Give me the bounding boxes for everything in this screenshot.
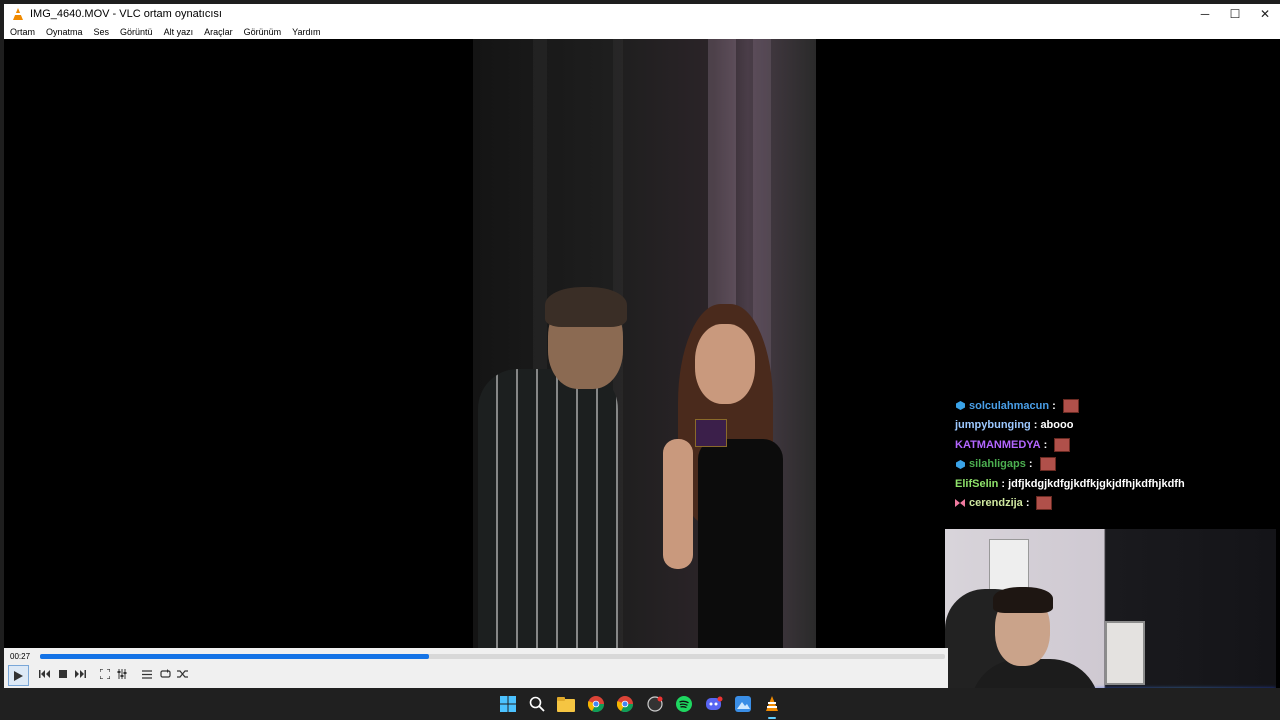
chrome-icon[interactable] xyxy=(586,694,606,714)
menu-bar: Ortam Oynatma Ses Görüntü Alt yazı Araçl… xyxy=(4,24,1280,40)
chat-overlay: solculahmacun : jumpybunging : abooo KAT… xyxy=(955,396,1275,513)
next-button[interactable] xyxy=(71,665,89,683)
person-jersey xyxy=(478,369,618,652)
stop-button[interactable] xyxy=(54,665,72,683)
loop-button[interactable] xyxy=(156,665,174,683)
extended-settings-button[interactable] xyxy=(113,665,131,683)
photos-icon[interactable] xyxy=(733,694,753,714)
window-title: IMG_4640.MOV - VLC ortam oynatıcısı xyxy=(30,8,222,20)
chat-message: jumpybunging : abooo xyxy=(955,419,1074,432)
emote-icon xyxy=(1036,496,1053,511)
player-controls: 00:27 xyxy=(4,648,948,688)
title-bar: IMG_4640.MOV - VLC ortam oynatıcısı ─ ☐ … xyxy=(4,4,1280,24)
chat-message: silahligaps : xyxy=(955,455,1275,475)
discord-icon[interactable] xyxy=(704,694,724,714)
windows-start-icon[interactable] xyxy=(498,694,518,714)
shuffle-button[interactable] xyxy=(173,665,191,683)
chat-text: abooo xyxy=(1040,419,1074,432)
menu-alt-yazi[interactable]: Alt yazı xyxy=(158,27,199,37)
cube-badge-icon xyxy=(955,401,965,411)
chat-username: KATMANMEDYA xyxy=(955,438,1041,451)
chat-username: silahligaps xyxy=(969,458,1026,471)
emote-icon xyxy=(1054,437,1071,452)
github-icon[interactable] xyxy=(645,694,665,714)
chat-username: ElifSelin xyxy=(955,477,999,490)
chat-message: solculahmacun : xyxy=(955,396,1275,416)
menu-araclar[interactable]: Araçlar xyxy=(198,27,238,37)
spotify-icon[interactable] xyxy=(674,694,694,714)
menu-oynatma[interactable]: Oynatma xyxy=(40,27,88,37)
sign-card xyxy=(695,419,727,447)
video-frame xyxy=(473,39,816,652)
chat-username: jumpybunging xyxy=(955,419,1031,432)
menu-ses[interactable]: Ses xyxy=(88,27,115,37)
play-button[interactable] xyxy=(8,665,29,686)
maximize-button[interactable]: ☐ xyxy=(1220,4,1250,24)
elapsed-time: 00:27 xyxy=(10,652,31,661)
chat-text: jdfjkdgjkdfgjkdfkjgkjdfhjkdfhjkdfh xyxy=(1008,477,1185,490)
vlc-icon[interactable] xyxy=(762,694,782,714)
menu-yardim[interactable]: Yardım xyxy=(286,27,325,37)
seek-progress xyxy=(40,654,430,659)
vlc-cone-icon xyxy=(10,6,26,22)
chat-username: cerendzija xyxy=(969,497,1023,510)
poster xyxy=(989,539,1029,591)
fullscreen-button[interactable] xyxy=(96,665,114,683)
file-explorer-icon[interactable] xyxy=(556,694,576,714)
shelf xyxy=(1105,621,1145,685)
seek-bar[interactable] xyxy=(40,654,945,659)
active-app-indicator xyxy=(768,717,776,719)
chat-message: KATMANMEDYA : xyxy=(955,435,1275,455)
menu-gorunum[interactable]: Görünüm xyxy=(238,27,287,37)
previous-button[interactable] xyxy=(36,665,54,683)
playlist-button[interactable] xyxy=(138,665,156,683)
emote-icon xyxy=(1039,457,1056,472)
search-icon[interactable] xyxy=(527,694,547,714)
windows-taskbar xyxy=(0,688,1280,720)
menu-ortam[interactable]: Ortam xyxy=(4,27,40,37)
chat-message: ElifSelin : jdfjkdgjkdfgjkdfkjgkjdfhjkdf… xyxy=(955,477,1185,490)
chat-username: solculahmacun xyxy=(969,399,1050,412)
chrome-profile-icon[interactable] xyxy=(615,694,635,714)
bow-badge-icon xyxy=(955,498,965,508)
cube-badge-icon xyxy=(955,459,965,469)
close-button[interactable]: ✕ xyxy=(1250,4,1280,24)
menu-goruntu[interactable]: Görüntü xyxy=(114,27,158,37)
minimize-button[interactable]: ─ xyxy=(1190,4,1220,24)
chat-message: cerendzija : xyxy=(955,494,1275,514)
emote-icon xyxy=(1062,398,1079,413)
